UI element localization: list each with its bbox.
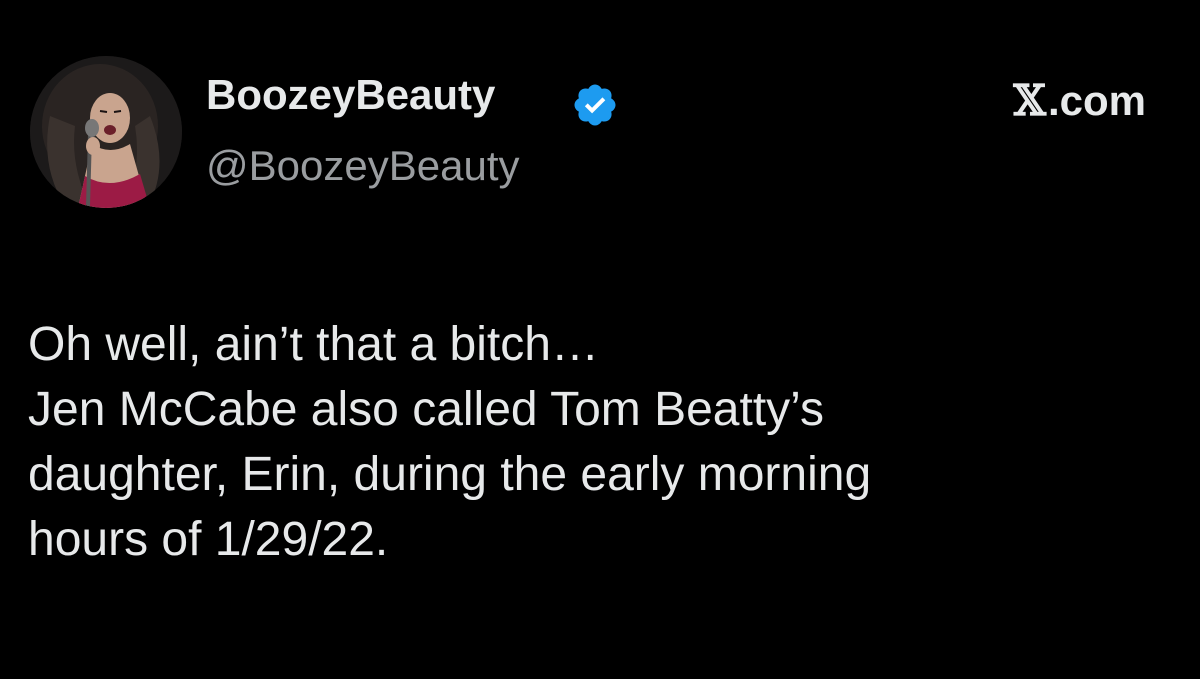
- tweet-line: Oh well, ain’t that a bitch…: [28, 318, 599, 371]
- x-logo-icon: 𝕏: [1013, 76, 1046, 125]
- site-suffix: .com: [1047, 77, 1146, 124]
- verified-badge-icon: [571, 81, 619, 129]
- tweet-text: Oh well, ain’t that a bitch… Jen McCabe …: [28, 312, 1178, 572]
- author-handle[interactable]: @BoozeyBeauty: [206, 145, 519, 187]
- author-display-name[interactable]: BoozeyBeauty: [206, 74, 495, 116]
- tweet-line: daughter, Erin, during the early morning: [28, 448, 872, 501]
- avatar[interactable]: [30, 56, 182, 208]
- tweet-line: hours of 1/29/22.: [28, 513, 389, 566]
- site-label: 𝕏 .com: [1013, 80, 1146, 122]
- tweet-line: Jen McCabe also called Tom Beatty’s: [28, 383, 824, 436]
